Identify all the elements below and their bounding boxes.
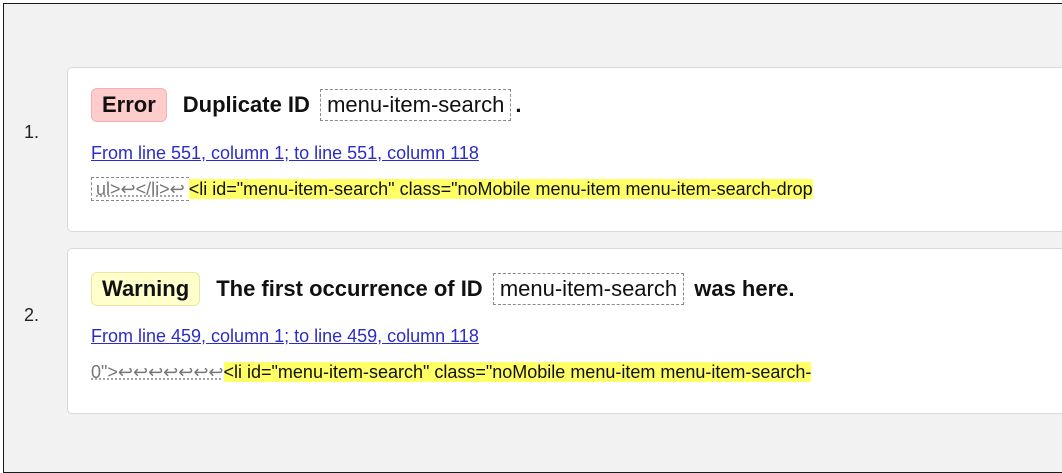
message-line: Error Duplicate ID menu-item-search. <box>91 88 521 122</box>
message-line: Warning The first occurrence of ID menu-… <box>91 272 795 306</box>
warning-badge: Warning <box>91 272 201 306</box>
message-text-after: . <box>515 92 522 117</box>
source-location-link[interactable]: From line 551, column 1; to line 551, co… <box>91 143 479 164</box>
message-text: The first occurrence of ID menu-item-sea… <box>216 273 795 305</box>
duplicate-id-code: menu-item-search <box>320 89 512 121</box>
message-text-after: was here. <box>694 276 795 301</box>
first-occurrence-id-code: menu-item-search <box>492 273 685 305</box>
extract-highlight: <li id="menu-item-search" class="noMobil… <box>188 179 813 199</box>
error-badge: Error <box>91 88 167 122</box>
message-number: 1. <box>24 122 40 142</box>
message-text: Duplicate ID menu-item-search. <box>182 89 522 121</box>
source-extract: ul>↩</li>↩ <li id="menu-item-search" clas… <box>91 177 813 201</box>
message-number: 2. <box>24 305 40 325</box>
extract-context: 0">↩↩↩↩↩↩↩ <box>91 362 224 382</box>
message-text-before: The first occurrence of ID <box>216 276 483 301</box>
source-extract: 0">↩↩↩↩↩↩↩<li id="menu-item-search" clas… <box>91 362 812 383</box>
message-card-error: Error Duplicate ID menu-item-search. Fro… <box>67 67 1062 232</box>
extract-highlight: <li id="menu-item-search" class="noMobil… <box>223 362 812 382</box>
extract-context: ul>↩</li>↩ <box>91 177 189 201</box>
source-location-link[interactable]: From line 459, column 1; to line 459, co… <box>91 326 479 347</box>
message-text-before: Duplicate ID <box>182 92 310 117</box>
message-card-warning: Warning The first occurrence of ID menu-… <box>67 248 1062 414</box>
